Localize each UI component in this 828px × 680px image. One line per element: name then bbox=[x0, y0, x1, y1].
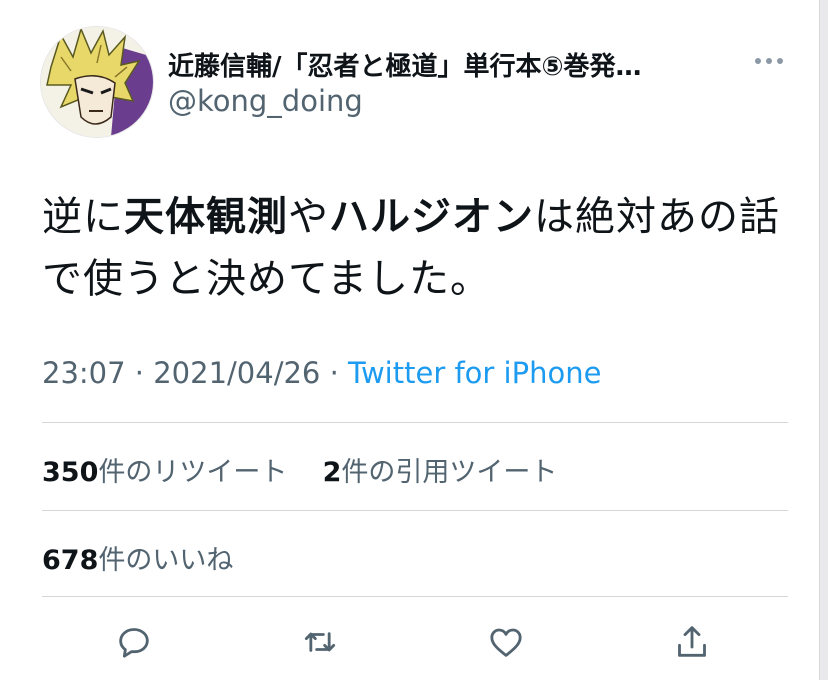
retweet-stats[interactable]: 350件のリツイート 2件の引用ツイート bbox=[42, 450, 557, 489]
meta-separator: · bbox=[320, 356, 349, 390]
quote-count: 2 bbox=[322, 457, 342, 488]
tweet-text-bold-segment: 天体観測 bbox=[124, 194, 288, 240]
user-handle[interactable]: @kong_doing bbox=[168, 84, 363, 118]
quote-label: 件の引用ツイート bbox=[341, 457, 558, 488]
avatar-illustration bbox=[41, 27, 153, 137]
retweet-count: 350 bbox=[42, 457, 99, 488]
divider bbox=[42, 510, 788, 511]
window-edge bbox=[819, 0, 828, 680]
tweet-source-link[interactable]: Twitter for iPhone bbox=[348, 356, 601, 390]
tweet-time[interactable]: 23:07 bbox=[42, 356, 126, 390]
tweet-text-bold-segment: ハルジオン bbox=[329, 194, 534, 240]
retweet-icon[interactable] bbox=[300, 622, 340, 662]
heart-icon[interactable] bbox=[486, 622, 526, 662]
tweet-text-segment: 逆に bbox=[42, 194, 124, 240]
like-label: 件のいいね bbox=[98, 545, 234, 576]
tweet-text-segment: や bbox=[288, 194, 329, 240]
reply-icon[interactable] bbox=[114, 622, 154, 662]
display-name[interactable]: 近藤信輔/「忍者と極道」単行本⑤巻発… bbox=[168, 46, 728, 83]
meta-separator: · bbox=[125, 356, 154, 390]
share-icon[interactable] bbox=[672, 622, 712, 662]
tweet-date[interactable]: 2021/04/26 bbox=[153, 356, 320, 390]
more-horizontal-icon[interactable] bbox=[752, 46, 786, 76]
tweet-meta: 23:07 · 2021/04/26 · Twitter for iPhone bbox=[42, 356, 601, 390]
like-count: 678 bbox=[42, 545, 99, 576]
retweet-label: 件のリツイート bbox=[98, 457, 288, 488]
like-stats[interactable]: 678件のいいね bbox=[42, 538, 233, 577]
divider bbox=[42, 596, 788, 597]
divider bbox=[42, 422, 788, 423]
tweet-text: 逆に天体観測やハルジオンは絶対あの話で使うと決めてました。 bbox=[42, 186, 802, 310]
avatar[interactable] bbox=[40, 26, 154, 138]
